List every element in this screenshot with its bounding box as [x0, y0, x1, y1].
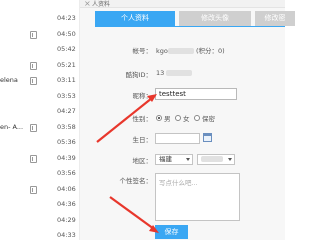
dialog-title: 人资料: [92, 1, 111, 8]
nickname-value: testtest: [159, 90, 186, 98]
calendar-icon[interactable]: [203, 133, 212, 142]
song-duration: 04:06: [57, 184, 76, 193]
nickname-input[interactable]: testtest: [155, 88, 237, 100]
mv-icon[interactable]: [30, 154, 37, 163]
city-select[interactable]: [197, 154, 235, 165]
gender-radio-secret[interactable]: [194, 115, 200, 121]
account-label: 帐号：: [132, 47, 153, 55]
chevron-down-icon: [228, 158, 232, 161]
profile-dialog: × 人资料 个人资料 修改头像 修改密 帐号： kgo (积分：0) 酷狗ID：…: [80, 0, 295, 240]
gender-label: 性别：: [132, 115, 153, 123]
gender-label-female: 女: [183, 115, 190, 123]
mv-icon[interactable]: [30, 185, 37, 194]
song-row[interactable]: 04:39: [0, 153, 80, 165]
tab-avatar[interactable]: 修改头像: [179, 11, 251, 26]
song-name: elena: [0, 76, 18, 84]
region-label: 地区：: [132, 157, 153, 165]
song-duration: 04:23: [57, 14, 76, 22]
mv-icon[interactable]: [30, 123, 37, 132]
song-duration: 03:58: [57, 122, 76, 131]
song-row[interactable]: elena 03:11: [0, 75, 80, 87]
blurred-text: [166, 70, 193, 76]
mv-icon[interactable]: [30, 30, 37, 39]
song-duration: 04:39: [57, 153, 76, 162]
mv-icon[interactable]: [30, 77, 37, 85]
song-row[interactable]: 04:36: [0, 199, 80, 211]
song-row[interactable]: 05:21: [0, 60, 80, 72]
song-row[interactable]: 04:06: [0, 184, 80, 196]
nickname-label: 昵称：: [132, 92, 153, 100]
kugou-id-prefix: 13: [156, 69, 165, 77]
song-duration: 04:36: [57, 200, 76, 208]
blurred-text: [201, 156, 223, 162]
chevron-down-icon: [186, 158, 190, 161]
tab-profile[interactable]: 个人资料: [95, 11, 175, 26]
account-value: kgo (积分：0): [156, 45, 225, 55]
song-duration: 04:50: [57, 29, 76, 38]
signature-placeholder: 写点什么吧...: [159, 179, 198, 187]
blurred-text: [167, 48, 194, 54]
song-duration: 05:36: [57, 138, 76, 146]
birthday-input[interactable]: [155, 133, 200, 144]
dialog-title-bar: × 人资料: [80, 0, 285, 8]
close-icon[interactable]: ×: [84, 0, 91, 8]
gender-radio-female[interactable]: [175, 115, 181, 121]
song-row[interactable]: en- A... 03:58: [0, 122, 80, 134]
province-select[interactable]: 福建: [155, 154, 193, 165]
account-points: (积分：0): [195, 47, 225, 55]
tab-password[interactable]: 修改密: [255, 11, 295, 26]
song-row[interactable]: 03:53: [0, 91, 80, 103]
song-duration: 04:33: [57, 231, 76, 239]
song-name: en- A...: [0, 122, 24, 131]
song-row[interactable]: 04:23: [0, 13, 80, 25]
kugou-id-label: 酷狗ID：: [125, 71, 152, 79]
mv-icon[interactable]: [30, 61, 37, 70]
song-row[interactable]: 04:27: [0, 106, 80, 118]
song-row[interactable]: 05:42: [0, 44, 80, 56]
province-value: 福建: [159, 155, 172, 163]
save-button[interactable]: 保存: [155, 225, 188, 239]
gender-radio-male[interactable]: [156, 115, 162, 121]
kugou-id-value: 13: [156, 69, 193, 77]
gender-label-male: 男: [164, 115, 171, 123]
account-value-prefix: kgo: [156, 47, 168, 55]
song-list: 04:23 04:50 05:42 05:21 elena 03:11 03:53 04:27…: [0, 0, 80, 240]
signature-label: 个性签名：: [119, 177, 153, 185]
birthday-label: 生日：: [132, 136, 153, 144]
song-duration: 04:29: [57, 215, 76, 224]
song-duration: 04:27: [57, 107, 76, 115]
song-duration: 03:53: [57, 91, 76, 100]
signature-textarea[interactable]: 写点什么吧...: [155, 173, 240, 221]
song-row[interactable]: 05:36: [0, 137, 80, 149]
song-duration: 03:11: [57, 76, 76, 84]
song-duration: 05:21: [57, 60, 76, 69]
song-duration: 03:56: [57, 169, 76, 177]
song-row[interactable]: 04:50: [0, 29, 80, 41]
tab-underline: [95, 26, 285, 27]
song-duration: 05:42: [57, 45, 76, 53]
gender-label-secret: 保密: [202, 115, 215, 123]
song-row[interactable]: 04:29: [0, 215, 80, 227]
song-row[interactable]: 03:56: [0, 168, 80, 180]
song-row[interactable]: 04:33: [0, 230, 80, 240]
